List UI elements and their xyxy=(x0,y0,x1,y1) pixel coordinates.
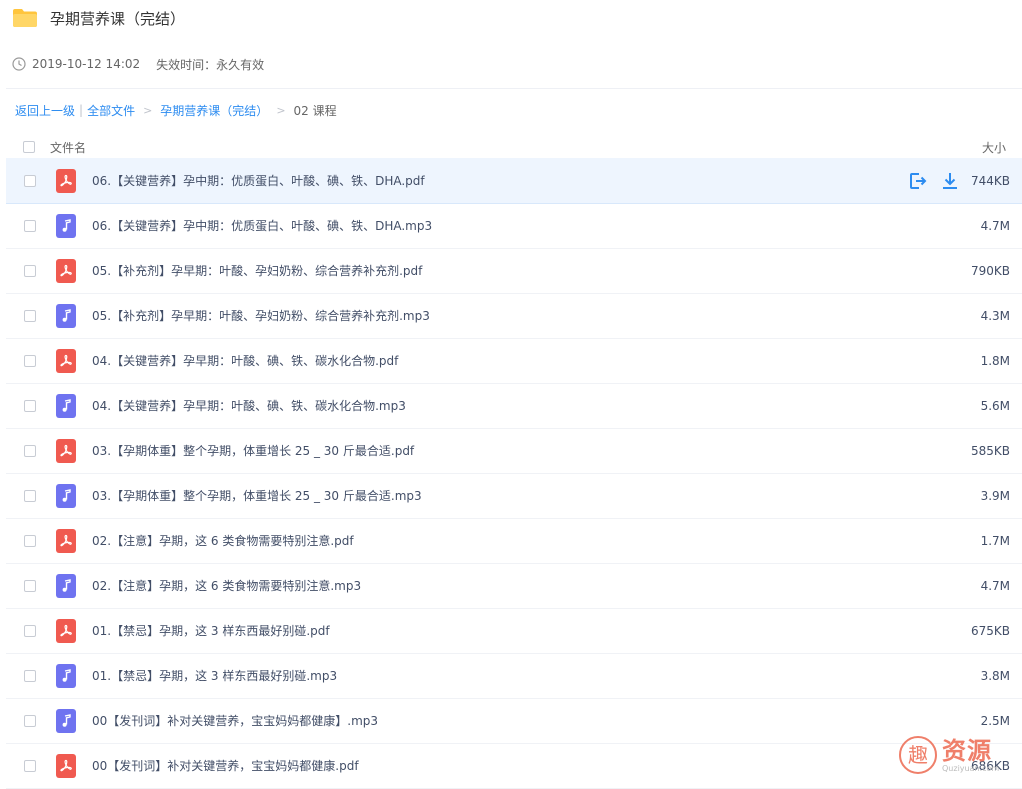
folder-icon xyxy=(12,8,38,28)
pdf-file-icon xyxy=(56,528,76,553)
all-files-link[interactable]: 全部文件 xyxy=(87,102,135,119)
row-checkbox[interactable] xyxy=(24,534,36,547)
row-checkbox[interactable] xyxy=(24,309,36,322)
select-all-checkbox[interactable] xyxy=(23,141,35,153)
file-name[interactable]: 03.【孕期体重】整个孕期，体重增长 25 _ 30 斤最合适.mp3 xyxy=(92,487,422,504)
watermark-logo: 趣 xyxy=(898,735,938,775)
music-file-icon xyxy=(56,393,76,418)
file-name[interactable]: 01.【禁忌】孕期，这 3 样东西最好别碰.mp3 xyxy=(92,667,337,684)
row-checkbox[interactable] xyxy=(24,354,36,367)
expiry-text: 失效时间：永久有效 xyxy=(156,57,265,72)
pdf-file-icon xyxy=(56,438,76,463)
row-checkbox[interactable] xyxy=(24,264,36,277)
file-name[interactable]: 04.【关键营养】孕早期：叶酸、碘、铁、碳水化合物.pdf xyxy=(92,352,398,369)
music-file-icon xyxy=(56,708,76,733)
download-icon[interactable] xyxy=(940,171,960,191)
file-row[interactable]: 05.【补充剂】孕早期：叶酸、孕妇奶粉、综合营养补充剂.mp3 4.3M xyxy=(6,293,1022,339)
watermark-title: 资源 xyxy=(942,736,992,765)
current-folder: 02 课程 xyxy=(293,103,337,118)
row-checkbox[interactable] xyxy=(24,489,36,502)
row-checkbox[interactable] xyxy=(24,759,36,772)
watermark: 趣 资源 Quziyuan.com xyxy=(898,733,1016,777)
file-name[interactable]: 06.【关键营养】孕中期：优质蛋白、叶酸、碘、铁、DHA.pdf xyxy=(92,172,425,189)
file-size: 4.7M xyxy=(980,218,1010,233)
list-header: 文件名 大小 xyxy=(6,134,1022,160)
file-row[interactable]: 03.【孕期体重】整个孕期，体重增长 25 _ 30 斤最合适.pdf 585KB xyxy=(6,428,1022,474)
file-row[interactable]: 01.【禁忌】孕期，这 3 样东西最好别碰.pdf 675KB xyxy=(6,608,1022,654)
file-size: 1.7M xyxy=(980,533,1010,548)
file-size: 5.6M xyxy=(980,398,1010,413)
file-size: 4.7M xyxy=(980,578,1010,593)
file-size: 1.8M xyxy=(980,353,1010,368)
clock-icon xyxy=(12,57,26,71)
file-row[interactable]: 03.【孕期体重】整个孕期，体重增长 25 _ 30 斤最合适.mp3 3.9M xyxy=(6,473,1022,519)
music-file-icon xyxy=(56,213,76,238)
chevron-right-icon: > xyxy=(143,103,153,117)
file-row[interactable]: 02.【注意】孕期，这 6 类食物需要特别注意.mp3 4.7M xyxy=(6,563,1022,609)
page-title: 孕期营养课（完结） xyxy=(50,9,186,28)
pdf-file-icon xyxy=(56,753,76,778)
column-header-size[interactable]: 大小 xyxy=(982,139,1006,156)
file-name[interactable]: 02.【注意】孕期，这 6 类食物需要特别注意.pdf xyxy=(92,532,354,549)
file-name[interactable]: 06.【关键营养】孕中期：优质蛋白、叶酸、碘、铁、DHA.mp3 xyxy=(92,217,432,234)
chevron-right-icon: > xyxy=(276,103,286,117)
file-row[interactable]: 00【发刊词】补对关键营养，宝宝妈妈都健康】.mp3 2.5M xyxy=(6,698,1022,744)
folder-title-bar: 孕期营养课（完结） xyxy=(12,4,185,32)
row-checkbox[interactable] xyxy=(24,669,36,682)
file-name[interactable]: 02.【注意】孕期，这 6 类食物需要特别注意.mp3 xyxy=(92,577,361,594)
file-size: 2.5M xyxy=(980,713,1010,728)
save-to-drive-icon[interactable] xyxy=(908,171,928,191)
file-size: 585KB xyxy=(970,443,1010,458)
breadcrumb: 返回上一级 | 全部文件 > 孕期营养课（完结） > 02 课程 xyxy=(15,100,337,120)
row-checkbox[interactable] xyxy=(24,579,36,592)
file-name[interactable]: 05.【补充剂】孕早期：叶酸、孕妇奶粉、综合营养补充剂.mp3 xyxy=(92,307,430,324)
row-checkbox[interactable] xyxy=(24,444,36,457)
watermark-text: 资源 Quziyuan.com xyxy=(942,738,999,773)
file-row[interactable]: 04.【关键营养】孕早期：叶酸、碘、铁、碳水化合物.pdf 1.8M xyxy=(6,338,1022,384)
pdf-file-icon xyxy=(56,258,76,283)
breadcrumb-divider: | xyxy=(79,103,84,117)
file-row[interactable]: 00【发刊词】补对关键营养，宝宝妈妈都健康.pdf 686KB xyxy=(6,743,1022,789)
parent-folder-link[interactable]: 孕期营养课（完结） xyxy=(160,102,268,119)
back-link[interactable]: 返回上一级 xyxy=(15,102,75,119)
watermark-logo-char: 趣 xyxy=(908,743,928,767)
file-row[interactable]: 01.【禁忌】孕期，这 3 样东西最好别碰.mp3 3.8M xyxy=(6,653,1022,699)
file-size: 744KB xyxy=(970,173,1010,188)
file-size: 4.3M xyxy=(980,308,1010,323)
share-meta: 2019-10-12 14:02 失效时间：永久有效 xyxy=(12,54,264,74)
file-size: 3.9M xyxy=(980,488,1010,503)
music-file-icon xyxy=(56,663,76,688)
pdf-file-icon xyxy=(56,618,76,643)
pdf-file-icon xyxy=(56,168,76,193)
file-row[interactable]: 06.【关键营养】孕中期：优质蛋白、叶酸、碘、铁、DHA.pdf 744KB xyxy=(6,158,1022,204)
watermark-url: Quziyuan.com xyxy=(942,763,1000,773)
file-name[interactable]: 00【发刊词】补对关键营养，宝宝妈妈都健康.pdf xyxy=(92,757,359,774)
file-row[interactable]: 02.【注意】孕期，这 6 类食物需要特别注意.pdf 1.7M xyxy=(6,518,1022,564)
column-header-name[interactable]: 文件名 xyxy=(50,139,86,156)
file-name[interactable]: 04.【关键营养】孕早期：叶酸、碘、铁、碳水化合物.mp3 xyxy=(92,397,406,414)
row-checkbox[interactable] xyxy=(24,399,36,412)
row-checkbox[interactable] xyxy=(24,219,36,232)
music-file-icon xyxy=(56,573,76,598)
file-name[interactable]: 01.【禁忌】孕期，这 3 样东西最好别碰.pdf xyxy=(92,622,330,639)
row-checkbox[interactable] xyxy=(24,714,36,727)
file-size: 790KB xyxy=(970,263,1010,278)
file-size: 675KB xyxy=(970,623,1010,638)
music-file-icon xyxy=(56,303,76,328)
music-file-icon xyxy=(56,483,76,508)
file-row[interactable]: 06.【关键营养】孕中期：优质蛋白、叶酸、碘、铁、DHA.mp3 4.7M xyxy=(6,203,1022,249)
file-name[interactable]: 00【发刊词】补对关键营养，宝宝妈妈都健康】.mp3 xyxy=(92,712,378,729)
file-size: 3.8M xyxy=(980,668,1010,683)
row-checkbox[interactable] xyxy=(24,174,36,187)
row-checkbox[interactable] xyxy=(24,624,36,637)
share-timestamp: 2019-10-12 14:02 xyxy=(32,57,141,71)
file-row[interactable]: 05.【补充剂】孕早期：叶酸、孕妇奶粉、综合营养补充剂.pdf 790KB xyxy=(6,248,1022,294)
file-row[interactable]: 04.【关键营养】孕早期：叶酸、碘、铁、碳水化合物.mp3 5.6M xyxy=(6,383,1022,429)
file-name[interactable]: 03.【孕期体重】整个孕期，体重增长 25 _ 30 斤最合适.pdf xyxy=(92,442,414,459)
pdf-file-icon xyxy=(56,348,76,373)
row-actions xyxy=(896,171,960,191)
divider xyxy=(6,88,1022,89)
file-name[interactable]: 05.【补充剂】孕早期：叶酸、孕妇奶粉、综合营养补充剂.pdf xyxy=(92,262,422,279)
